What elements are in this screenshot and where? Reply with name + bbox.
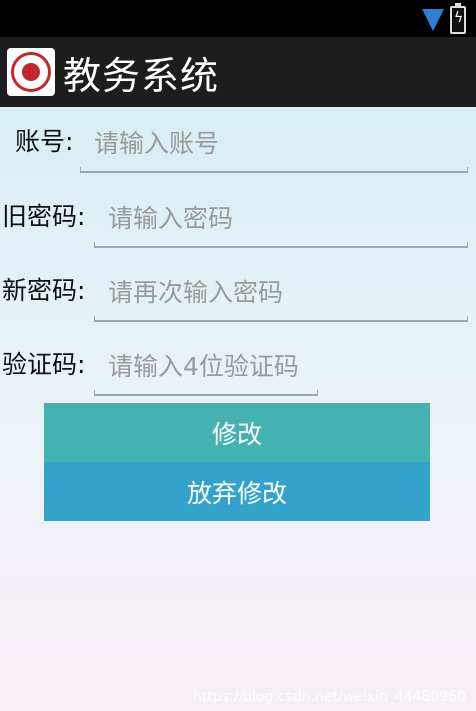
new-password-row: 新密码:: [0, 256, 476, 326]
captcha-input[interactable]: [106, 347, 410, 385]
status-bar: ϟ: [0, 0, 476, 37]
new-password-input[interactable]: [106, 273, 466, 311]
old-password-row: 旧密码:: [0, 182, 476, 252]
captcha-label: 验证码:: [2, 350, 86, 379]
new-password-underline: [94, 316, 468, 322]
battery-charging-icon: ϟ: [450, 3, 466, 34]
account-label: 账号:: [15, 127, 74, 156]
old-password-underline: [94, 242, 468, 248]
account-row: 账号:: [0, 107, 476, 177]
new-password-label: 新密码:: [2, 276, 86, 305]
form-area: 账号: 旧密码: 新密码: 验证码: 修改 放弃修改 https://blog.…: [0, 107, 476, 711]
account-input[interactable]: [92, 124, 466, 162]
app-title: 教务系统: [63, 53, 220, 98]
status-icons: ϟ: [422, 3, 466, 34]
cancel-modify-button[interactable]: 放弃修改: [44, 462, 430, 521]
account-underline: [80, 167, 468, 173]
captcha-underline: [94, 390, 318, 396]
old-password-input[interactable]: [106, 199, 466, 237]
wifi-icon: [422, 9, 444, 31]
watermark: https://blog.csdn.net/weixin_44480960: [192, 689, 466, 705]
captcha-row: 验证码:: [0, 330, 476, 400]
old-password-label: 旧密码:: [2, 202, 86, 231]
action-bar: 教务系统: [0, 37, 476, 107]
school-logo-icon: [7, 48, 55, 96]
modify-button[interactable]: 修改: [44, 403, 430, 462]
